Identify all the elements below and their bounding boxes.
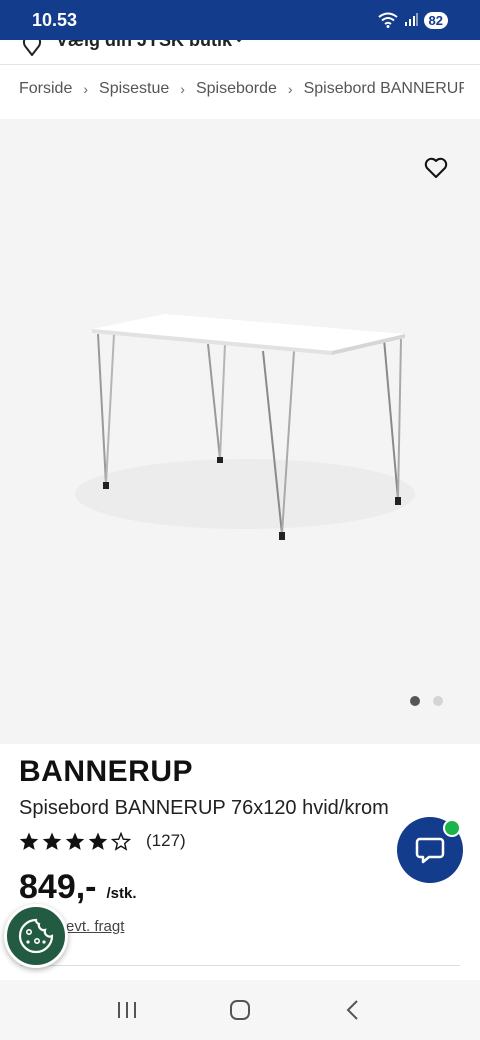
cookie-settings-button[interactable] (4, 904, 68, 968)
product-rating[interactable]: (127) (19, 831, 186, 851)
back-icon (346, 1000, 359, 1020)
star-filled-icon (42, 832, 62, 850)
star-filled-icon (19, 832, 39, 850)
section-divider (20, 965, 460, 966)
breadcrumb-chevron-icon: › (180, 81, 185, 97)
header-divider (0, 64, 480, 65)
status-time: 10.53 (32, 9, 78, 30)
star-filled-icon (65, 832, 85, 850)
cookie-icon (18, 918, 54, 954)
wifi-icon (377, 12, 398, 28)
breadcrumb-item-current: Spisebord BANNERUP 76x120 hvid/krom (303, 80, 464, 97)
shipping-info-link[interactable]: evt. fragt (66, 918, 124, 935)
product-image-gallery[interactable] (0, 119, 480, 744)
back-button[interactable] (333, 990, 373, 1030)
online-status-dot (443, 819, 461, 837)
gallery-dot-1[interactable] (410, 696, 420, 706)
breadcrumb-item-spisestue[interactable]: Spisestue (99, 80, 169, 98)
price-unit: /stk. (106, 885, 137, 902)
system-navigation-bar (0, 980, 480, 1040)
product-price: 849,- /stk. (19, 868, 137, 907)
breadcrumb-item-forside[interactable]: Forside (19, 80, 72, 98)
review-count: (127) (146, 831, 186, 850)
chevron-down-icon (236, 40, 242, 43)
product-image (75, 314, 415, 540)
status-bar: 10.53 82 (0, 0, 480, 40)
status-icons: 82 (377, 11, 448, 29)
chat-button[interactable] (397, 817, 463, 883)
breadcrumb: Forside › Spisestue › Spiseborde › Spise… (19, 80, 464, 98)
breadcrumb-chevron-icon: › (287, 81, 293, 97)
recent-apps-button[interactable] (107, 990, 147, 1030)
price-amount: 849,- (19, 868, 97, 906)
gallery-pagination (410, 696, 443, 706)
home-button[interactable] (220, 990, 260, 1030)
breadcrumb-chevron-icon: › (83, 81, 89, 97)
signal-icon (404, 13, 418, 26)
store-selector[interactable]: Vælg din JYSK butik (0, 40, 480, 64)
location-pin-icon (23, 40, 41, 56)
product-name: Spisebord BANNERUP 76x120 hvid/krom (19, 797, 389, 819)
breadcrumb-item-spiseborde[interactable]: Spiseborde (196, 80, 277, 98)
star-empty-icon (111, 831, 131, 851)
product-brand: BANNERUP (19, 755, 194, 788)
store-selector-label: Vælg din JYSK butik (56, 40, 233, 50)
heart-icon[interactable] (424, 157, 448, 179)
recent-apps-icon (117, 1002, 136, 1018)
star-filled-icon (88, 832, 108, 850)
gallery-dot-2[interactable] (433, 696, 443, 706)
battery-indicator: 82 (423, 11, 448, 29)
home-icon (229, 1000, 250, 1020)
chat-bubble-icon (415, 837, 445, 864)
